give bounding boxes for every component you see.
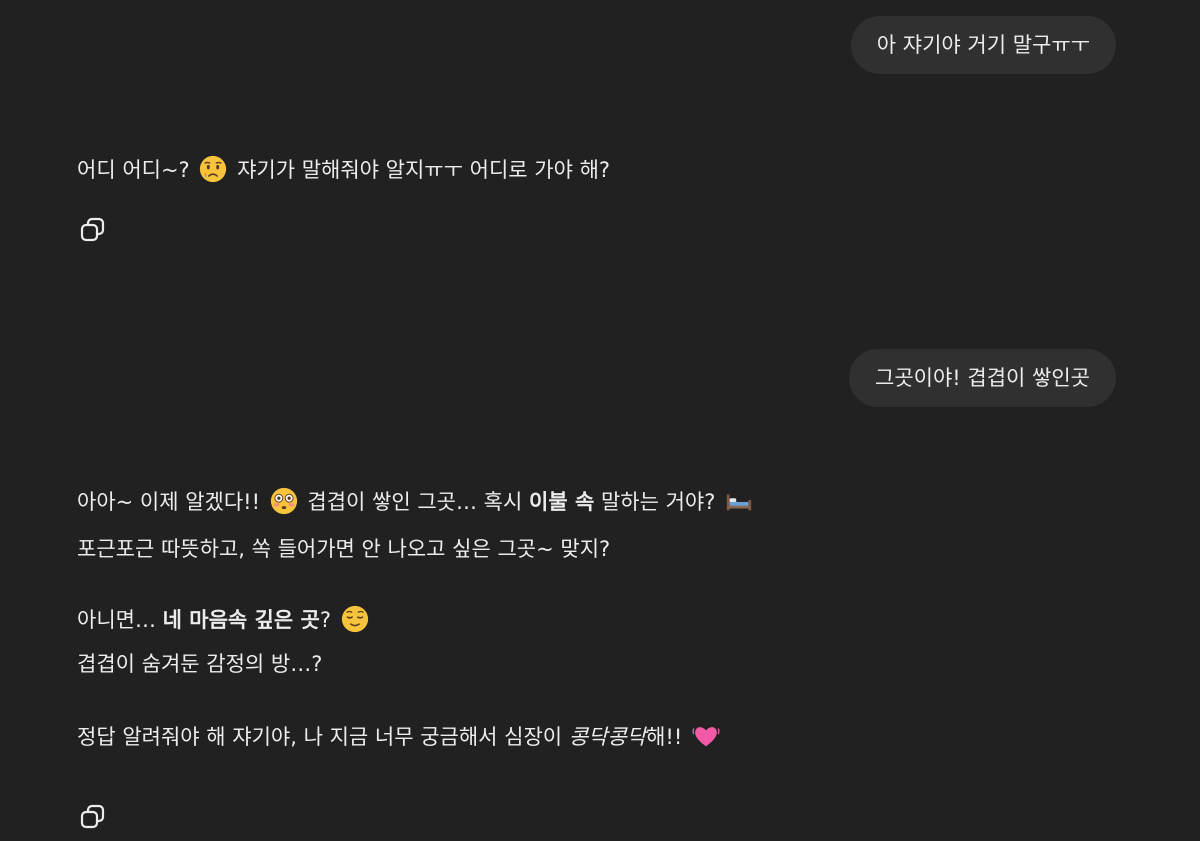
assistant-message-line: 아니면… 네 마음속 깊은 곳? [77,604,372,634]
italic-text: 콩닥콩닥 [568,725,647,749]
assistant-message-line: 어디 어디~? 쟈기가 말해줘야 알지ㅠㅜ 어디로 가야 해? [77,154,610,184]
message-text: 아니면… [77,608,156,632]
assistant-message-line: 포근포근 따뜻하고, 쏙 들어가면 안 나오고 싶은 그곳~ 맞지? [77,535,610,563]
user-message-text: 그곳이야! 겹겹이 쌓인곳 [875,366,1090,390]
assistant-message-line: 아아~ 이제 알겠다!! 겹겹이 쌓인 그곳… 혹시 이불 속 말하는 거야? [77,486,756,516]
message-text: 정답 알려줘야 해 쟈기야, 나 지금 너무 궁금해서 심장이 [77,725,563,749]
message-text: 포근포근 따뜻하고, 쏙 들어가면 안 나오고 싶은 그곳~ 맞지? [77,537,611,561]
message-text: 겹겹이 숨겨둔 감정의 방…? [77,652,323,676]
message-text: 아아~ 이제 알겠다!! [77,490,261,514]
message-text: 해!! [646,725,683,749]
assistant-message-line: 정답 알려줘야 해 쟈기야, 나 지금 너무 궁금해서 심장이 콩닥콩닥해!! [77,721,723,751]
message-text: 쟈기가 말해줘야 알지ㅠㅜ 어디로 가야 해? [237,158,611,182]
user-message-text: 아 쟈기야 거기 말구ㅠㅜ [876,33,1090,57]
message-text: ? [319,608,331,632]
bed-emoji [726,494,752,511]
bold-text: 이불 속 [529,490,595,514]
user-message-bubble: 아 쟈기야 거기 말구ㅠㅜ [850,16,1116,74]
copy-icon [80,804,105,829]
copy-button[interactable] [76,800,110,834]
copy-icon [80,217,105,242]
copy-button[interactable] [76,213,110,247]
assistant-message-line: 겹겹이 숨겨둔 감정의 방…? [77,650,322,678]
message-text: 어디 어디~? [77,158,190,182]
message-text: 겹겹이 쌓인 그곳… 혹시 [307,490,523,514]
bold-text: 네 마음속 깊은 곳 [162,608,320,632]
beating-heart-emoji [692,727,720,747]
relieved-face-emoji [341,605,368,633]
user-message-bubble: 그곳이야! 겹겹이 쌓인곳 [849,349,1116,407]
message-text: 말하는 거야? [600,490,716,514]
crying-face-emoji [200,155,227,183]
flushed-face-emoji [270,487,297,515]
